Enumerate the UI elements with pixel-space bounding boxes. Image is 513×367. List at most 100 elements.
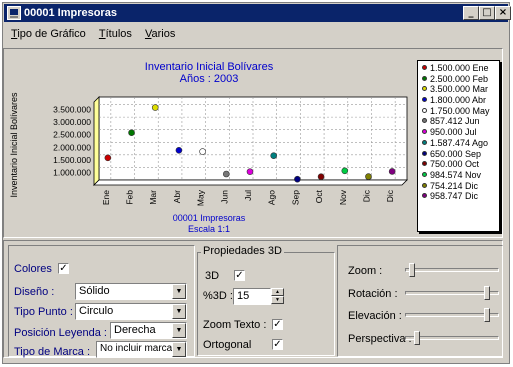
zoom-texto-checkbox[interactable]: ✓ — [272, 319, 283, 330]
props-3d-title: Propiedades 3D — [201, 245, 284, 257]
menu-varios[interactable]: Varios — [145, 28, 175, 40]
plot-side-wall — [93, 96, 100, 186]
legend-item: 3.500.000 Mar — [422, 84, 499, 95]
checkbox-3d[interactable]: ✓ — [234, 270, 245, 281]
x-tick-label: Dic — [361, 189, 371, 202]
percent-3d-input[interactable]: 15 — [233, 288, 271, 305]
legend-item: 958.747 Dic — [422, 191, 499, 202]
data-point — [175, 147, 183, 154]
zoom-texto-label: Zoom Texto : — [203, 319, 267, 331]
data-point — [246, 168, 254, 175]
data-point — [341, 167, 349, 175]
legend-label: 1.750.000 May — [430, 105, 490, 116]
scatter-chart: Inventario Inicial Bolívares Años : 2003… — [9, 61, 408, 234]
legend-item: 857.412 Jun — [422, 116, 499, 127]
chart-footer-2: Escala 1:1 — [188, 224, 230, 234]
data-point — [199, 148, 206, 155]
spin-down-icon[interactable]: ▼ — [271, 296, 284, 304]
x-tick-label: Ene — [101, 190, 111, 205]
legend-item: 2.500.000 Feb — [422, 74, 499, 85]
chart-subtitle: Años : 2003 — [180, 73, 239, 85]
legend-item: 1.587.474 Ago — [422, 138, 499, 149]
tipo-punto-select[interactable]: Circulo ▼ — [75, 303, 187, 320]
legend-label: 750.000 Oct — [430, 159, 480, 170]
data-point — [294, 175, 301, 183]
posicion-leyenda-select[interactable]: Derecha ▼ — [110, 322, 187, 339]
legend-label: 1.587.474 Ago — [430, 137, 489, 148]
x-tick-label: Nov — [338, 189, 348, 205]
menu-titulos[interactable]: Títulos — [99, 28, 132, 40]
spin-up-icon[interactable]: ▲ — [271, 288, 284, 296]
data-point — [104, 154, 112, 162]
legend-item: 1.500.000 Ene — [422, 63, 499, 74]
rotacion-slider[interactable] — [405, 286, 499, 300]
y-tick-label: 2.500.000 — [53, 130, 91, 140]
legend-label: 1.500.000 Ene — [430, 63, 489, 73]
label-3d: 3D — [205, 270, 220, 282]
legend-marker — [422, 65, 427, 70]
chevron-down-icon[interactable]: ▼ — [172, 342, 186, 357]
legend-label: 950.000 Jul — [430, 127, 477, 138]
slider-thumb[interactable] — [484, 286, 491, 300]
ortogonal-label: Ortogonal — [203, 339, 252, 351]
zoom-slider[interactable] — [405, 263, 499, 277]
legend-label: 3.500.000 Mar — [430, 84, 489, 95]
chart-legend: 1.500.000 Ene 2.500.000 Feb 3.500.000 Mar 1… — [417, 60, 500, 232]
chart-title: Inventario Inicial Bolívares — [145, 61, 274, 73]
legend-label: 754.214 Dic — [430, 180, 479, 191]
legend-item: 1.750.000 May — [422, 106, 499, 117]
data-point — [388, 168, 396, 175]
legend-marker — [422, 150, 427, 156]
elevacion-slider[interactable] — [405, 308, 499, 322]
chevron-down-icon[interactable]: ▼ — [172, 323, 186, 338]
legend-item: 1.800.000 Abr — [422, 95, 499, 106]
title-bar[interactable]: 00001 Impresoras _ □ × — [4, 4, 511, 22]
menu-tipo-grafico[interactable]: Tipo de Gráfico — [11, 28, 86, 40]
perspectiva-slider[interactable] — [405, 331, 499, 345]
legend-item: 754.214 Dic — [422, 181, 499, 192]
legend-item: 650.000 Sep — [422, 149, 499, 160]
y-tick-label: 1.500.000 — [53, 155, 91, 165]
legend-item: 984.574 Nov — [422, 170, 499, 181]
chevron-down-icon[interactable]: ▼ — [172, 284, 186, 299]
x-tick-label: Oct — [314, 189, 324, 203]
legend-item: 750.000 Oct — [422, 159, 499, 170]
legend-marker — [422, 139, 427, 145]
percent-3d-label: %3D : — [203, 290, 233, 302]
data-point — [317, 173, 325, 181]
diseno-select[interactable]: Sólido ▼ — [75, 283, 187, 300]
y-tick-label: 3.000.000 — [53, 117, 91, 127]
slider-thumb[interactable] — [409, 263, 416, 277]
chart-panel: Inventario Inicial Bolívares Años : 2003… — [3, 48, 503, 238]
x-tick-label: Feb — [125, 190, 135, 205]
tipo-punto-label: Tipo Punto : — [14, 306, 73, 318]
maximize-button[interactable]: □ — [479, 6, 495, 20]
slider-thumb[interactable] — [413, 331, 420, 345]
colores-checkbox[interactable]: ✓ — [58, 263, 69, 274]
data-point — [365, 173, 372, 180]
legend-marker — [422, 86, 427, 92]
ortogonal-checkbox[interactable]: ✓ — [272, 339, 283, 350]
percent-3d-spinner[interactable]: ▲ ▼ — [271, 288, 284, 305]
x-tick-label: Sep — [290, 190, 300, 205]
tipo-marca-select[interactable]: No incluir marcas ▼ — [96, 341, 187, 358]
slider-thumb[interactable] — [484, 308, 491, 322]
slider-track — [405, 268, 499, 272]
app-icon[interactable] — [7, 6, 21, 20]
menu-bar: Tipo de Gráfico Títulos Varios — [11, 28, 185, 44]
colores-label: Colores — [14, 263, 52, 275]
close-button[interactable]: × — [495, 6, 511, 20]
legend-label: 958.747 Dic — [430, 191, 479, 202]
minimize-button[interactable]: _ — [463, 6, 479, 20]
chevron-down-icon[interactable]: ▼ — [172, 304, 186, 319]
legend-marker — [422, 161, 427, 167]
y-tick-label: 3.500.000 — [53, 105, 91, 115]
legend-marker — [422, 182, 427, 188]
legend-marker — [422, 129, 427, 135]
diseno-value: Sólido — [79, 285, 110, 297]
legend-label: 650.000 Sep — [430, 148, 482, 159]
legend-marker — [422, 97, 427, 103]
posicion-leyenda-label: Posición Leyenda : — [14, 327, 107, 339]
x-tick-label: Ago — [267, 190, 277, 205]
x-tick-label: May — [196, 189, 206, 206]
